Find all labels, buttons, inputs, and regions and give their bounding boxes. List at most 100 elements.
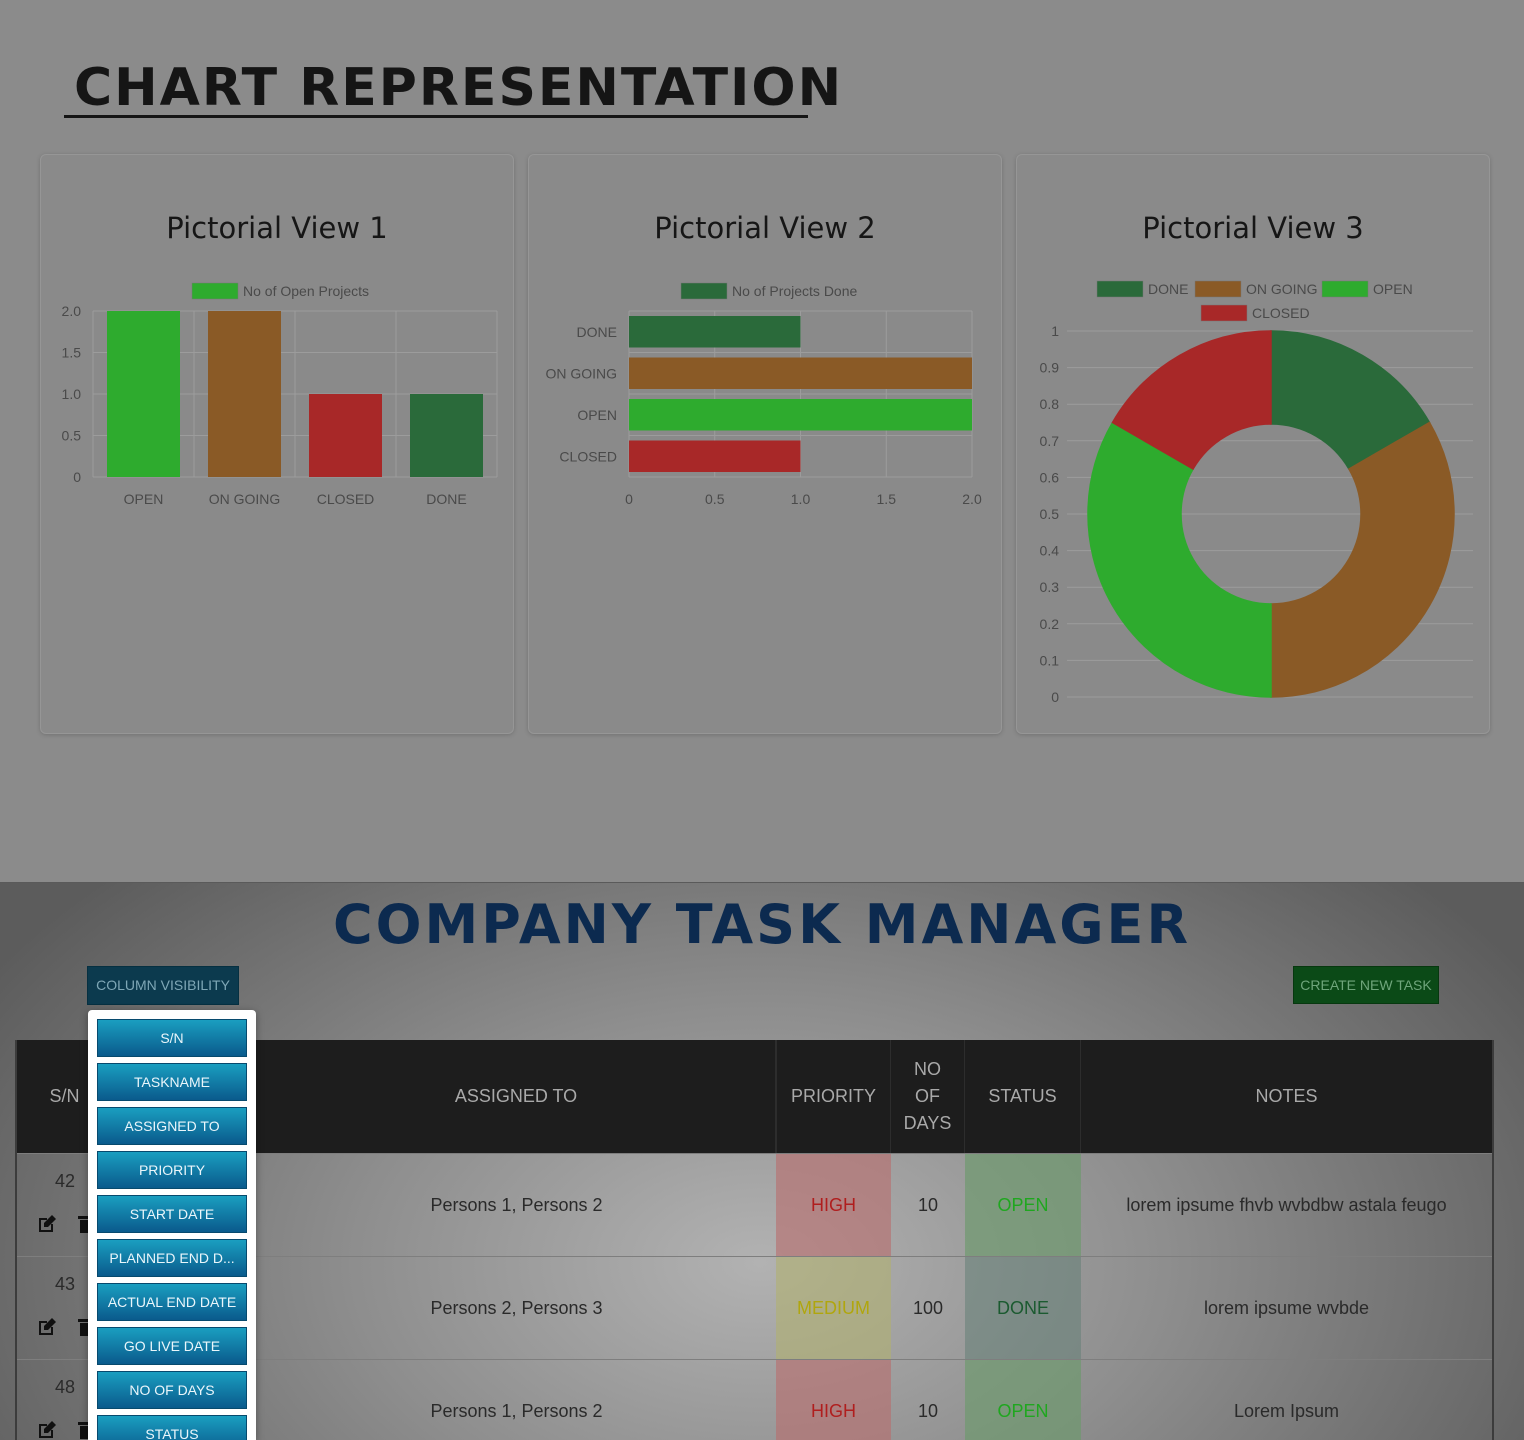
th-status[interactable]: STATUS	[965, 1040, 1081, 1153]
x-tick-label: 1.0	[791, 491, 811, 507]
bar	[410, 394, 483, 477]
row-priority: HIGH	[776, 1154, 891, 1256]
chart-card-3: Pictorial View 3 DONE ON GOING OPEN CLOSED 0…	[1016, 154, 1490, 734]
y-tick-label: DONE	[577, 324, 617, 340]
row-status: OPEN	[965, 1360, 1081, 1440]
legend-label: CLOSED	[1252, 305, 1310, 321]
menu-item-start-date[interactable]: START DATE	[97, 1195, 247, 1233]
y-tick-label: ON GOING	[545, 365, 617, 381]
bar	[629, 399, 972, 431]
legend-label: No of Open Projects	[243, 283, 369, 299]
row-priority: MEDIUM	[776, 1257, 891, 1359]
th-assigned-to[interactable]: ASSIGNED TO	[257, 1040, 776, 1153]
y-tick-label: 0.7	[1040, 433, 1060, 449]
bar	[629, 440, 801, 472]
legend-label: DONE	[1148, 281, 1188, 297]
legend-label: OPEN	[1373, 281, 1413, 297]
y-tick-label: 1	[1051, 323, 1059, 339]
doughnut-slice	[1087, 421, 1272, 698]
row-sn: 43	[55, 1274, 76, 1294]
th-no-of-days[interactable]: NO OF DAYS	[891, 1040, 965, 1153]
row-assigned-to: Persons 2, Persons 3	[430, 1297, 603, 1318]
legend-swatch	[191, 282, 239, 300]
row-days: 10	[917, 1400, 939, 1421]
row-days: 10	[917, 1194, 939, 1215]
legend-swatch	[680, 282, 728, 300]
x-tick-label: 0	[625, 491, 633, 507]
doughnut-slice	[1270, 421, 1455, 698]
x-tick-label: 0.5	[705, 491, 725, 507]
legend-label: No of Projects Done	[732, 283, 857, 299]
row-notes: lorem ipsume fhvb wvbdbw astala feugo	[1126, 1194, 1447, 1215]
menu-item-assigned-to[interactable]: ASSIGNED TO	[97, 1107, 247, 1145]
bar-chart-open-projects: No of Open Projects 0 0.5 1.0 1.5 2.0 OPEN ON G…	[62, 282, 498, 507]
y-tick-label: 0.1	[1040, 652, 1060, 668]
column-visibility-menu: S/N TASKNAME ASSIGNED TO PRIORITY START …	[88, 1010, 256, 1440]
x-tick-label: ON GOING	[209, 491, 281, 507]
y-tick-label: 2.0	[62, 303, 82, 319]
doughnut-chart-status: DONE ON GOING OPEN CLOSED 0 0.1 0.2 0.3 0.4 0.5 0.…	[1040, 280, 1473, 705]
y-tick-label: OPEN	[577, 407, 617, 423]
y-tick-label: CLOSED	[559, 448, 617, 464]
column-visibility-button[interactable]: COLUMN VISIBILITY	[87, 966, 239, 1005]
bar	[629, 316, 801, 348]
row-assigned-to: Persons 1, Persons 2	[430, 1400, 603, 1421]
chart-card-2: Pictorial View 2 No of Projects Done 0 0.5…	[528, 154, 1002, 734]
row-notes: Lorem Ipsum	[1233, 1400, 1340, 1421]
row-sn: 48	[55, 1377, 76, 1397]
legend-swatch	[1321, 280, 1369, 298]
edit-icon[interactable]	[37, 1214, 57, 1234]
y-tick-label: 1.0	[62, 386, 82, 402]
y-tick-label: 1.5	[62, 345, 82, 361]
menu-item-actual-end-date[interactable]: ACTUAL END DATE	[97, 1283, 247, 1321]
title-underline	[64, 115, 808, 118]
legend-swatch	[1096, 280, 1144, 298]
menu-item-planned-end-date[interactable]: PLANNED END D...	[97, 1239, 247, 1277]
menu-item-status[interactable]: STATUS	[97, 1415, 247, 1440]
y-tick-label: 0	[73, 469, 81, 485]
y-tick-label: 0.6	[1040, 469, 1060, 485]
menu-item-priority[interactable]: PRIORITY	[97, 1151, 247, 1189]
x-tick-label: 1.5	[877, 491, 897, 507]
menu-item-taskname[interactable]: TASKNAME	[97, 1063, 247, 1101]
section-title: CHART REPRESENTATION	[74, 58, 844, 118]
app-title: COMPANY TASK MANAGER	[332, 893, 1192, 956]
legend-label: ON GOING	[1246, 281, 1318, 297]
chart-card-1: Pictorial View 1 No of Open Projects 0 0.5…	[40, 154, 514, 734]
create-new-task-button[interactable]: CREATE NEW TASK	[1293, 966, 1439, 1004]
bar	[107, 311, 180, 477]
bar	[208, 311, 281, 477]
row-sn: 42	[55, 1171, 76, 1191]
x-tick-label: OPEN	[124, 491, 164, 507]
th-priority[interactable]: PRIORITY	[776, 1040, 891, 1153]
y-tick-label: 0.3	[1040, 579, 1060, 595]
menu-item-no-of-days[interactable]: NO OF DAYS	[97, 1371, 247, 1409]
edit-icon[interactable]	[37, 1420, 57, 1440]
hbar-chart-projects-done: No of Projects Done 0 0.5 1.0 1.5 2.0 DONE ON G…	[545, 282, 982, 507]
y-tick-label: 0	[1051, 689, 1059, 705]
y-tick-label: 0.5	[62, 428, 82, 444]
menu-item-sn[interactable]: S/N	[97, 1019, 247, 1057]
chart-section: CHART REPRESENTATION Pictorial View 1 No…	[0, 0, 1524, 882]
legend-swatch	[1194, 280, 1242, 298]
bar	[629, 357, 972, 389]
legend-swatch	[1200, 304, 1248, 322]
y-tick-label: 0.8	[1040, 396, 1060, 412]
y-tick-label: 0.5	[1040, 506, 1060, 522]
y-tick-label: 0.9	[1040, 360, 1060, 376]
x-tick-label: CLOSED	[317, 491, 375, 507]
bar	[309, 394, 382, 477]
edit-icon[interactable]	[37, 1317, 57, 1337]
row-assigned-to: Persons 1, Persons 2	[430, 1194, 603, 1215]
row-status: OPEN	[965, 1154, 1081, 1256]
x-tick-label: 2.0	[962, 491, 982, 507]
th-notes[interactable]: NOTES	[1081, 1040, 1492, 1153]
row-priority: HIGH	[776, 1360, 891, 1440]
y-tick-label: 0.2	[1040, 616, 1060, 632]
x-tick-label: DONE	[426, 491, 466, 507]
row-days: 100	[912, 1297, 944, 1318]
row-status: DONE	[965, 1257, 1081, 1359]
row-notes: lorem ipsume wvbde	[1203, 1297, 1370, 1318]
menu-item-go-live-date[interactable]: GO LIVE DATE	[97, 1327, 247, 1365]
y-tick-label: 0.4	[1040, 543, 1060, 559]
